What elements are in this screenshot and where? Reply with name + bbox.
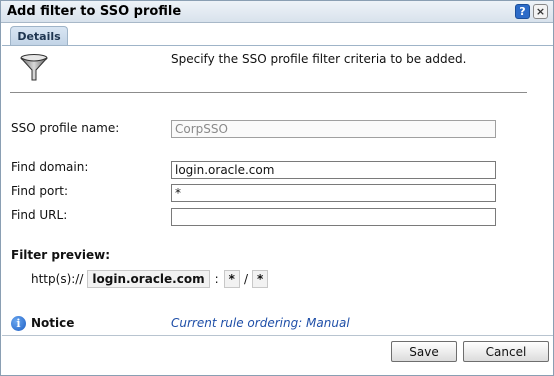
find-domain-input[interactable] [171,161,496,179]
cancel-button[interactable]: Cancel [463,341,549,362]
find-port-label: Find port: [11,184,69,198]
preview-domain: login.oracle.com [87,270,210,288]
info-icon: i [11,316,26,331]
preview-colon: : [214,272,219,286]
title-bar: Add filter to SSO profile ? × [1,1,553,23]
preview-scheme: http(s):// [31,272,84,286]
find-url-input[interactable] [171,208,496,226]
notice-title: Notice [31,316,75,330]
rule-ordering-link[interactable]: Current rule ordering: Manual [171,316,350,330]
profile-name-field [171,120,496,138]
filter-funnel-icon [20,54,48,81]
footer-separator [2,335,553,336]
filter-preview-title: Filter preview: [11,248,110,262]
find-port-input[interactable] [171,184,496,202]
dialog-title: Add filter to SSO profile [7,4,182,19]
preview-slash: / [243,272,248,286]
filter-preview: http(s):// login.oracle.com : * / * [31,270,269,288]
tab-details[interactable]: Details [10,26,68,45]
add-filter-dialog: Add filter to SSO profile ? × Details Sp… [0,0,554,376]
profile-name-label: SSO profile name: [11,121,120,135]
tab-divider [2,45,553,46]
help-icon[interactable]: ? [515,4,530,19]
find-url-label: Find URL: [11,208,68,222]
preview-port: * [223,270,240,288]
preview-path: * [251,270,269,288]
instruction-text: Specify the SSO profile filter criteria … [171,52,467,66]
save-button[interactable]: Save [391,341,457,362]
header-separator [10,92,527,93]
find-domain-label: Find domain: [11,160,89,174]
close-icon[interactable]: × [533,4,548,19]
